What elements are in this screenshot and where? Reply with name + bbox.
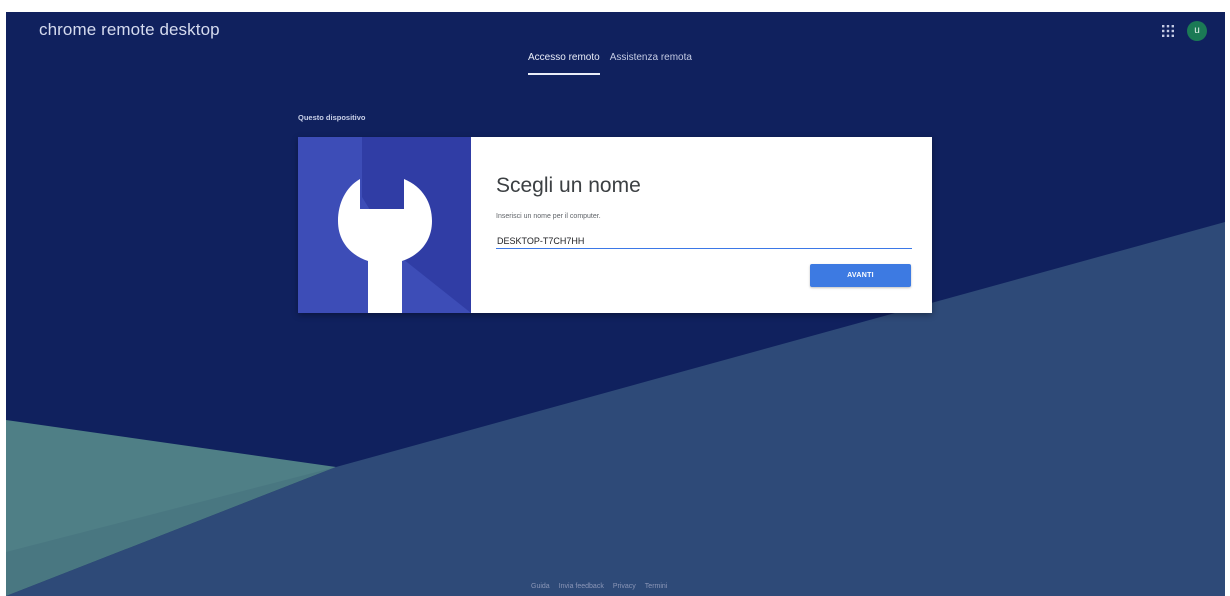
tab-assistenza-remota[interactable]: Assistenza remota (610, 52, 692, 75)
footer-link-feedback[interactable]: Invia feedback (559, 583, 604, 590)
wrench-icon (298, 137, 471, 313)
next-button[interactable]: AVANTI (810, 264, 911, 287)
app-window: chrome remote desktop u Accesso remoto A… (6, 12, 1225, 596)
footer-link-termini[interactable]: Termini (645, 583, 668, 590)
account-avatar[interactable]: u (1187, 21, 1207, 41)
tab-accesso-remoto[interactable]: Accesso remoto (528, 52, 600, 75)
top-tabs: Accesso remoto Assistenza remota (528, 52, 692, 75)
footer-link-guida[interactable]: Guida (531, 583, 550, 590)
apps-grid-icon[interactable] (1161, 24, 1175, 38)
footer-links: Guida Invia feedback Privacy Termini (531, 583, 667, 590)
card-body: Scegli un nome Inserisci un nome per il … (496, 137, 914, 313)
app-logo-title: chrome remote desktop (39, 20, 220, 39)
name-computer-card: Scegli un nome Inserisci un nome per il … (298, 137, 932, 313)
computer-name-input[interactable] (496, 233, 912, 249)
footer-link-privacy[interactable]: Privacy (613, 583, 636, 590)
section-title: Questo dispositivo (298, 113, 366, 122)
card-title: Scegli un nome (496, 174, 641, 197)
card-description: Inserisci un nome per il computer. (496, 213, 601, 220)
